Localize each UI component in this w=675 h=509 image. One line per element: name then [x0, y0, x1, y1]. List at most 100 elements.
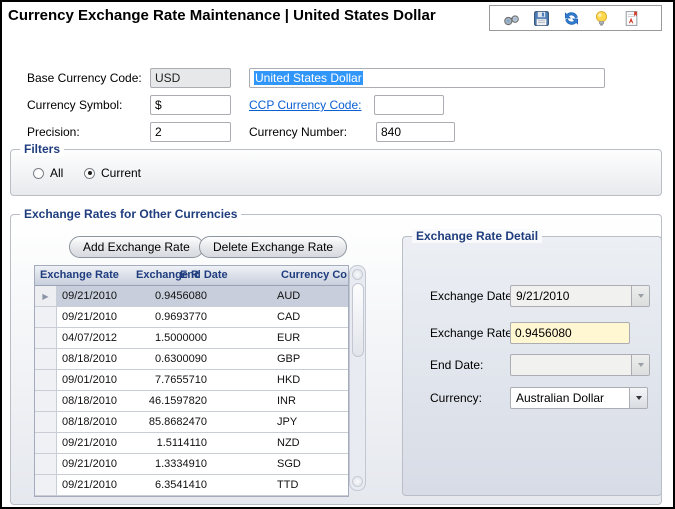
currency-code-cell: AUD: [277, 290, 301, 302]
filter-radio-current[interactable]: Current: [84, 166, 141, 180]
grid-header[interactable]: Exchange Rate Exchange R End Date Curren…: [35, 266, 348, 286]
add-exchange-rate-button[interactable]: Add Exchange Rate: [69, 236, 204, 258]
end-date-combo[interactable]: [510, 354, 650, 376]
exchange-rate-grid-body: ▶ 09/21/2010 0.9456080 AUD 09/21/2010 0.96937…: [35, 286, 348, 496]
ccp-currency-code-link[interactable]: CCP Currency Code:: [249, 98, 362, 112]
exchange-date-combo[interactable]: 9/21/2010: [510, 285, 650, 307]
table-row[interactable]: 09/21/2010 6.3541410 TTD: [35, 475, 348, 496]
table-row[interactable]: 08/18/2010 46.1597820 INR: [35, 391, 348, 412]
row-selector: ▶: [35, 286, 57, 306]
row-selector: [35, 328, 57, 348]
exchange-date-cell: 09/21/2010: [62, 458, 118, 470]
currency-code-cell: JPY: [277, 416, 298, 428]
end-date-label: End Date:: [430, 358, 484, 372]
scroll-down-button[interactable]: [352, 476, 363, 487]
row-selector: [35, 475, 57, 495]
exchange-rate-cell: 0.9456080: [155, 290, 207, 302]
toolbar: [489, 5, 662, 31]
exchange-date-cell: 09/21/2010: [62, 311, 118, 323]
grid-scrollbar[interactable]: [349, 265, 366, 491]
exchange-rate-cell: 0.9693770: [155, 311, 207, 323]
end-date-value: [511, 355, 631, 375]
exit-icon[interactable]: [622, 9, 640, 27]
radio-label: All: [50, 166, 64, 180]
exchange-rate-cell: 6.3541410: [155, 479, 207, 491]
row-selector: [35, 391, 57, 411]
find-icon[interactable]: [502, 9, 520, 27]
delete-exchange-rate-button[interactable]: Delete Exchange Rate: [199, 236, 348, 258]
scrollbar-thumb[interactable]: [351, 283, 364, 357]
ccp-currency-code-field[interactable]: [374, 95, 444, 115]
filters-title: Filters: [20, 142, 65, 156]
exchange-rates-groupbox: Exchange Rates for Other Currencies Add …: [10, 207, 662, 505]
exchange-rate-cell: 1.5000000: [155, 332, 207, 344]
table-row[interactable]: ▶ 09/21/2010 0.9456080 AUD: [35, 286, 348, 307]
currency-code-cell: SGD: [277, 458, 301, 470]
currency-name-field[interactable]: United States Dollar: [249, 68, 605, 88]
table-row[interactable]: 09/21/2010 1.3334910 SGD: [35, 454, 348, 475]
table-row[interactable]: 08/18/2010 85.8682470 JPY: [35, 412, 348, 433]
exchange-date-cell: 08/18/2010: [62, 353, 118, 365]
refresh-icon[interactable]: [562, 9, 580, 27]
lightbulb-icon[interactable]: [592, 9, 610, 27]
exchange-rate-cell: 46.1597820: [148, 395, 207, 407]
exchange-rate-cell: 1.5114110: [156, 437, 207, 449]
row-selector: [35, 370, 57, 390]
radio-icon: [33, 167, 44, 179]
exchange-date-cell: 09/21/2010: [62, 290, 118, 302]
column-header-currency-code[interactable]: Currency Co: [281, 269, 347, 281]
selected-text: United States Dollar: [254, 71, 363, 85]
currency-number-field[interactable]: [376, 122, 455, 142]
exchange-rate-label: Exchange Rate:: [430, 326, 516, 340]
exchange-rate-cell: 7.7655710: [155, 374, 207, 386]
table-row[interactable]: 04/07/2012 1.5000000 EUR: [35, 328, 348, 349]
exchange-date-cell: 09/21/2010: [62, 479, 118, 491]
column-header-exchange-date[interactable]: Exchange Rate: [40, 269, 119, 281]
base-currency-code-label: Base Currency Code:: [27, 71, 142, 85]
exchange-date-value: 9/21/2010: [516, 289, 570, 303]
currency-combo[interactable]: Australian Dollar: [510, 387, 648, 409]
exchange-rate-cell: 1.3334910: [155, 458, 207, 470]
precision-field[interactable]: [150, 122, 231, 142]
column-header-end-date[interactable]: End Date: [180, 269, 228, 281]
save-icon[interactable]: [532, 9, 550, 27]
exchange-rate-cell: 85.8682470: [148, 416, 207, 428]
row-selector: [35, 433, 57, 453]
currency-number-label: Currency Number:: [249, 125, 348, 139]
table-row[interactable]: 08/18/2010 0.6300090 GBP: [35, 349, 348, 370]
table-row[interactable]: 09/21/2010 0.9693770 CAD: [35, 307, 348, 328]
currency-code-cell: CAD: [277, 311, 301, 323]
exchange-date-cell: 09/21/2010: [62, 437, 118, 449]
chevron-down-icon[interactable]: [629, 388, 647, 408]
exchange-date-cell: 04/07/2012: [62, 332, 118, 344]
row-selector: [35, 349, 57, 369]
exchange-rate-cell: 0.6300090: [155, 353, 207, 365]
base-currency-code-field[interactable]: [150, 68, 231, 88]
page-title: Currency Exchange Rate Maintenance | Uni…: [8, 7, 436, 24]
exchange-date-cell: 08/18/2010: [62, 416, 118, 428]
exchange-date-label: Exchange Date:: [430, 289, 516, 303]
currency-code-cell: INR: [277, 395, 296, 407]
currency-exchange-window: Currency Exchange Rate Maintenance | Uni…: [0, 0, 675, 509]
scroll-up-button[interactable]: [352, 269, 363, 280]
currency-code-cell: TTD: [277, 479, 299, 491]
table-row[interactable]: 09/21/2010 1.5114110 NZD: [35, 433, 348, 454]
currency-value: Australian Dollar: [516, 391, 605, 405]
exchange-rate-detail-groupbox: Exchange Rate Detail Exchange Date: 9/21…: [402, 229, 662, 496]
radio-label: Current: [101, 166, 142, 180]
exchange-rate-field[interactable]: [510, 322, 630, 344]
exchange-rate-detail-title: Exchange Rate Detail: [412, 229, 543, 243]
filters-groupbox: Filters All Current: [10, 142, 662, 196]
table-row[interactable]: 09/01/2010 7.7655710 HKD: [35, 370, 348, 391]
filter-radio-all[interactable]: All: [33, 166, 63, 180]
row-selector: [35, 307, 57, 327]
currency-label: Currency:: [430, 391, 483, 405]
exchange-rate-grid: Exchange Rate Exchange R End Date Curren…: [34, 265, 349, 497]
currency-symbol-field[interactable]: [150, 95, 231, 115]
chevron-down-icon: [631, 355, 649, 375]
chevron-down-icon: [631, 286, 649, 306]
exchange-date-cell: 08/18/2010: [62, 395, 118, 407]
exchange-date-cell: 09/01/2010: [62, 374, 118, 386]
exchange-rates-title: Exchange Rates for Other Currencies: [20, 207, 242, 221]
radio-icon: [84, 167, 95, 179]
